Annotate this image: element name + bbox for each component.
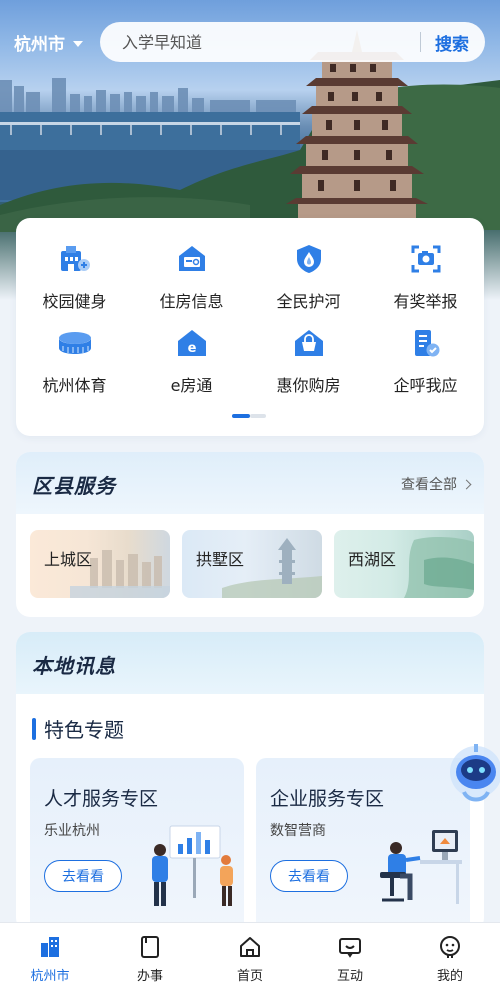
service-e-house[interactable]: e e房通 bbox=[133, 324, 250, 396]
service-label: 住房信息 bbox=[159, 292, 224, 311]
nav-profile[interactable]: 我的 bbox=[400, 923, 500, 999]
profile-icon bbox=[440, 936, 460, 958]
district-services-card: 区县服务 查看全部 上城区 拱墅区 西湖区 bbox=[16, 452, 484, 617]
service-grid: 校园健身 住房信息 全民护河 有奖举报 杭州体育 e e房通 惠你购房 企呼我应 bbox=[16, 240, 484, 396]
city-icon bbox=[41, 937, 59, 957]
nav-interaction[interactable]: 互动 bbox=[300, 923, 400, 999]
service-grid-card: 校园健身 住房信息 全民护河 有奖举报 杭州体育 e e房通 惠你购房 企呼我应 bbox=[16, 218, 484, 436]
service-label: 企呼我应 bbox=[393, 376, 458, 395]
office-worker-illustration bbox=[380, 830, 462, 904]
district-tile-xihu[interactable]: 西湖区 bbox=[334, 530, 474, 598]
go-see-button[interactable]: 去看看 bbox=[270, 860, 348, 892]
district-label: 拱墅区 bbox=[196, 550, 245, 569]
chevron-right-icon bbox=[461, 479, 472, 489]
topic-card-subtitle: 乐业杭州 bbox=[44, 823, 100, 839]
district-label: 上城区 bbox=[44, 550, 93, 569]
news-header: 本地讯息 bbox=[16, 632, 484, 694]
river-protection-icon bbox=[289, 240, 329, 278]
robot-assistant-icon bbox=[450, 744, 500, 802]
nav-city[interactable]: 杭州市 bbox=[0, 923, 100, 999]
house-purchase-icon bbox=[289, 324, 329, 362]
view-all-link[interactable]: 查看全部 bbox=[401, 474, 472, 494]
service-hangzhou-sports[interactable]: 杭州体育 bbox=[16, 324, 133, 396]
service-label: 校园健身 bbox=[42, 292, 107, 311]
ai-assistant-button[interactable] bbox=[444, 740, 500, 810]
district-label: 西湖区 bbox=[348, 550, 397, 569]
district-tile-shangcheng[interactable]: 上城区 bbox=[30, 530, 170, 598]
home-icon bbox=[240, 937, 260, 957]
district-title: 区县服务 bbox=[32, 474, 116, 498]
local-news-card: 本地讯息 特色专题 人才服务专区 乐业杭州 去看看 企业服务专区 数智营商 去看… bbox=[16, 632, 484, 932]
topic-card-talent[interactable]: 人才服务专区 乐业杭州 去看看 bbox=[30, 758, 244, 932]
nav-label: 办事 bbox=[136, 969, 163, 984]
enterprise-request-icon bbox=[406, 324, 446, 362]
topic-card-subtitle: 数智营商 bbox=[270, 823, 326, 839]
e-house-icon: e bbox=[172, 324, 212, 362]
service-label: 杭州体育 bbox=[42, 376, 107, 395]
search-bar: 搜索 bbox=[100, 22, 485, 62]
topic-card-title: 人才服务专区 bbox=[44, 788, 159, 810]
stadium-icon bbox=[55, 324, 95, 362]
campus-fitness-icon bbox=[55, 240, 95, 278]
svg-text:e: e bbox=[187, 341, 196, 356]
service-housing-info[interactable]: 住房信息 bbox=[133, 240, 250, 312]
city-selector[interactable]: 杭州市 bbox=[14, 30, 83, 55]
city-label: 杭州市 bbox=[14, 35, 65, 55]
service-reward-report[interactable]: 有奖举报 bbox=[367, 240, 484, 312]
district-list: 上城区 拱墅区 西湖区 bbox=[30, 530, 474, 598]
pager-dot-active bbox=[232, 414, 250, 418]
service-enterprise-request[interactable]: 企呼我应 bbox=[367, 324, 484, 396]
nav-label: 首页 bbox=[236, 969, 263, 984]
district-header: 区县服务 查看全部 bbox=[16, 452, 484, 514]
go-see-button[interactable]: 去看看 bbox=[44, 860, 122, 892]
interaction-icon bbox=[339, 938, 361, 958]
service-river-protection[interactable]: 全民护河 bbox=[250, 240, 367, 312]
service-house-purchase[interactable]: 惠你购房 bbox=[250, 324, 367, 396]
reward-report-icon bbox=[406, 240, 446, 278]
topic-card-title: 企业服务专区 bbox=[270, 788, 385, 810]
caret-down-icon bbox=[73, 40, 83, 47]
topic-heading-label: 特色专题 bbox=[44, 718, 124, 742]
pager-dot bbox=[250, 414, 266, 418]
affairs-icon bbox=[141, 936, 159, 958]
nav-label: 我的 bbox=[436, 969, 463, 984]
nav-label: 互动 bbox=[336, 969, 363, 984]
nav-label: 杭州市 bbox=[30, 969, 70, 984]
view-all-label: 查看全部 bbox=[401, 477, 457, 493]
district-tile-gongshu[interactable]: 拱墅区 bbox=[182, 530, 322, 598]
topic-card-enterprise[interactable]: 企业服务专区 数智营商 去看看 bbox=[256, 758, 470, 932]
pager-dots bbox=[232, 414, 266, 418]
nav-affairs[interactable]: 办事 bbox=[100, 923, 200, 999]
search-input[interactable] bbox=[100, 32, 420, 52]
nav-home[interactable]: 首页 bbox=[200, 923, 300, 999]
news-title: 本地讯息 bbox=[32, 654, 116, 678]
heading-accent-bar bbox=[32, 717, 36, 740]
search-button[interactable]: 搜索 bbox=[421, 30, 485, 55]
topic-list: 人才服务专区 乐业杭州 去看看 企业服务专区 数智营商 去看看 bbox=[30, 758, 470, 932]
presentation-illustration bbox=[152, 825, 233, 906]
service-label: e房通 bbox=[170, 376, 213, 395]
housing-info-icon bbox=[172, 240, 212, 278]
service-label: 有奖举报 bbox=[393, 292, 458, 311]
bottom-navigation: 杭州市 办事 首页 互动 我的 bbox=[0, 922, 500, 999]
top-bar: 杭州市 搜索 bbox=[0, 22, 500, 62]
service-label: 惠你购房 bbox=[276, 376, 341, 395]
topic-heading: 特色专题 bbox=[32, 714, 124, 743]
service-label: 全民护河 bbox=[276, 292, 341, 311]
service-campus-fitness[interactable]: 校园健身 bbox=[16, 240, 133, 312]
